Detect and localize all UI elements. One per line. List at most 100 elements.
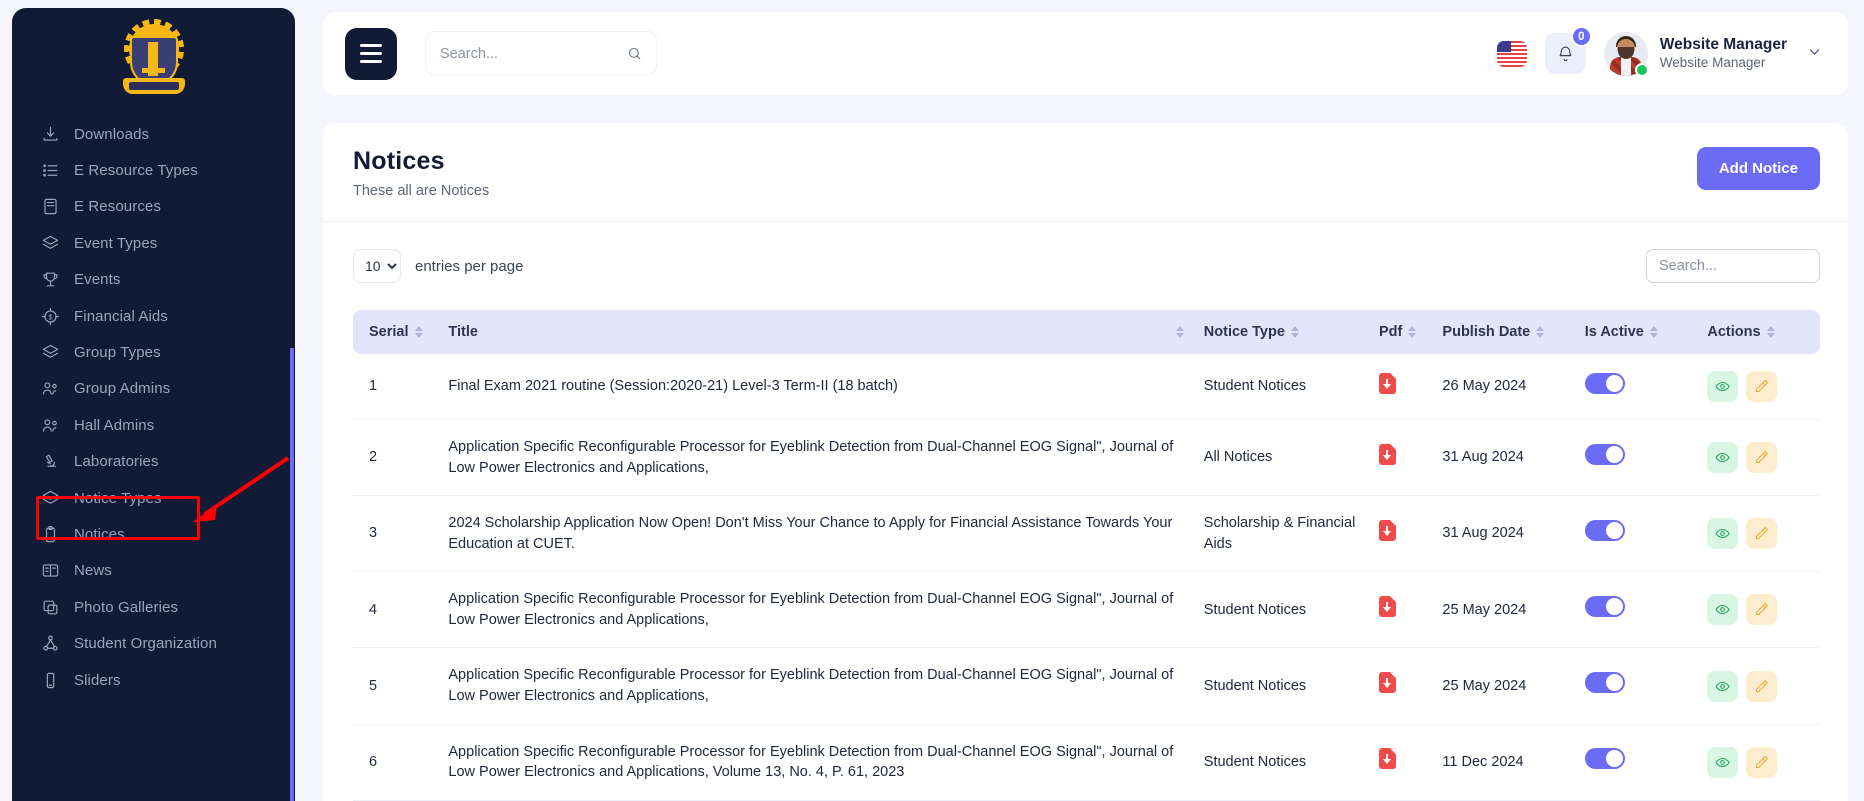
table-body: 1Final Exam 2021 routine (Session:2020-2… xyxy=(353,354,1820,800)
entries-per-page-select[interactable]: 102550100 xyxy=(353,249,401,283)
sidebar-item-sliders[interactable]: Sliders xyxy=(12,662,295,698)
hamburger-menu-icon[interactable] xyxy=(345,28,397,80)
add-notice-button[interactable]: Add Notice xyxy=(1697,147,1820,190)
sort-toggle-icon[interactable] xyxy=(1650,326,1658,338)
sidebar-item-e-resources[interactable]: E Resources xyxy=(12,189,295,225)
view-button[interactable] xyxy=(1707,747,1738,778)
cell-pdf xyxy=(1369,572,1432,648)
column-header-pdf[interactable]: Pdf xyxy=(1369,310,1432,354)
pdf-download-icon[interactable] xyxy=(1379,596,1396,617)
sidebar-item-financial-aids[interactable]: $Financial Aids xyxy=(12,298,295,334)
cell-actions xyxy=(1697,354,1820,420)
sidebar-item-group-types[interactable]: Group Types xyxy=(12,334,295,370)
pdf-download-icon[interactable] xyxy=(1379,373,1396,394)
profile-role: Website Manager xyxy=(1660,54,1787,72)
search-input[interactable] xyxy=(440,46,627,62)
profile-menu[interactable]: Website Manager Website Manager xyxy=(1604,32,1822,76)
cell-serial: 3 xyxy=(353,496,438,572)
is-active-toggle[interactable] xyxy=(1585,520,1625,541)
is-active-toggle[interactable] xyxy=(1585,444,1625,465)
notices-page-card: Notices These all are Notices Add Notice… xyxy=(323,123,1848,801)
column-header-publish-date[interactable]: Publish Date xyxy=(1432,310,1574,354)
slider-icon xyxy=(40,670,60,690)
sidebar-item-group-admins[interactable]: Group Admins xyxy=(12,371,295,407)
sidebar-logo[interactable] xyxy=(12,8,295,116)
edit-button[interactable] xyxy=(1746,594,1777,625)
view-button[interactable] xyxy=(1707,671,1738,702)
sidebar-item-news[interactable]: News xyxy=(12,553,295,589)
column-header-is-active[interactable]: Is Active xyxy=(1575,310,1698,354)
view-button[interactable] xyxy=(1707,594,1738,625)
sort-toggle-icon[interactable] xyxy=(415,326,423,338)
column-header-label: Is Active xyxy=(1585,324,1644,340)
chevron-down-icon[interactable] xyxy=(1807,44,1822,64)
view-button[interactable] xyxy=(1707,442,1738,473)
sidebar-item-photo-galleries[interactable]: Photo Galleries xyxy=(12,589,295,625)
table-toolbar: 102550100 entries per page xyxy=(353,244,1820,288)
sidebar-item-hall-admins[interactable]: Hall Admins xyxy=(12,407,295,443)
global-search-box[interactable] xyxy=(425,31,657,76)
sidebar-item-label: Event Types xyxy=(74,235,157,252)
view-button[interactable] xyxy=(1707,371,1738,402)
search-icon[interactable] xyxy=(627,46,642,61)
sidebar-item-events[interactable]: Events xyxy=(12,262,295,298)
sidebar-item-label: E Resources xyxy=(74,198,161,215)
profile-text: Website Manager Website Manager xyxy=(1660,35,1787,72)
edit-button[interactable] xyxy=(1746,371,1777,402)
page-subtitle: These all are Notices xyxy=(353,183,489,199)
is-active-toggle[interactable] xyxy=(1585,672,1625,693)
sort-toggle-icon[interactable] xyxy=(1291,326,1299,338)
sort-toggle-icon[interactable] xyxy=(1176,326,1184,338)
sidebar-item-notices[interactable]: Notices xyxy=(12,516,295,552)
cell-is-active xyxy=(1575,496,1698,572)
cell-actions xyxy=(1697,496,1820,572)
is-active-toggle[interactable] xyxy=(1585,748,1625,769)
topbar-right-cluster: 0 Website Manager Website Manager xyxy=(1497,32,1822,76)
sidebar-item-event-types[interactable]: Event Types xyxy=(12,225,295,261)
column-header-label: Notice Type xyxy=(1204,324,1285,340)
is-active-toggle[interactable] xyxy=(1585,373,1625,394)
cell-is-active xyxy=(1575,648,1698,724)
us-flag-icon[interactable] xyxy=(1497,41,1527,67)
cell-notice-type: All Notices xyxy=(1194,420,1369,496)
edit-button[interactable] xyxy=(1746,442,1777,473)
cell-pdf xyxy=(1369,354,1432,420)
cell-actions xyxy=(1697,648,1820,724)
edit-button[interactable] xyxy=(1746,518,1777,549)
sort-toggle-icon[interactable] xyxy=(1767,326,1775,338)
layers-icon xyxy=(40,343,60,363)
notifications[interactable]: 0 xyxy=(1545,33,1586,74)
pdf-download-icon[interactable] xyxy=(1379,748,1396,769)
list-icon xyxy=(40,161,60,181)
table-search-input[interactable] xyxy=(1646,249,1820,283)
users-icon xyxy=(40,415,60,435)
pdf-download-icon[interactable] xyxy=(1379,444,1396,465)
cell-notice-type: Student Notices xyxy=(1194,648,1369,724)
column-header-title[interactable]: Title xyxy=(438,310,1193,354)
edit-button[interactable] xyxy=(1746,671,1777,702)
column-header-label: Serial xyxy=(369,324,409,340)
cell-serial: 6 xyxy=(353,724,438,800)
sidebar-item-laboratories[interactable]: Laboratories xyxy=(12,444,295,480)
is-active-toggle[interactable] xyxy=(1585,596,1625,617)
cell-pdf xyxy=(1369,496,1432,572)
column-header-label: Publish Date xyxy=(1442,324,1530,340)
column-header-serial[interactable]: Serial xyxy=(353,310,438,354)
sort-toggle-icon[interactable] xyxy=(1536,326,1544,338)
cell-publish-date: 11 Dec 2024 xyxy=(1432,724,1574,800)
sidebar-nav: DownloadsE Resource Types E Resources Even… xyxy=(12,116,295,698)
view-button[interactable] xyxy=(1707,518,1738,549)
sidebar-item-student-organization[interactable]: Student Organization xyxy=(12,625,295,661)
sidebar-item-e-resource-types[interactable]: E Resource Types xyxy=(12,152,295,188)
column-header-notice-type[interactable]: Notice Type xyxy=(1194,310,1369,354)
pdf-download-icon[interactable] xyxy=(1379,520,1396,541)
sidebar-item-notice-types[interactable]: Notice Types xyxy=(12,480,295,516)
table-row: 1Final Exam 2021 routine (Session:2020-2… xyxy=(353,354,1820,420)
column-header-actions[interactable]: Actions xyxy=(1697,310,1820,354)
sidebar-item-downloads[interactable]: Downloads xyxy=(12,116,295,152)
edit-button[interactable] xyxy=(1746,747,1777,778)
svg-text:$: $ xyxy=(48,313,52,321)
pdf-download-icon[interactable] xyxy=(1379,672,1396,693)
sort-toggle-icon[interactable] xyxy=(1408,326,1416,338)
cell-title: Application Specific Reconfigurable Proc… xyxy=(438,420,1193,496)
